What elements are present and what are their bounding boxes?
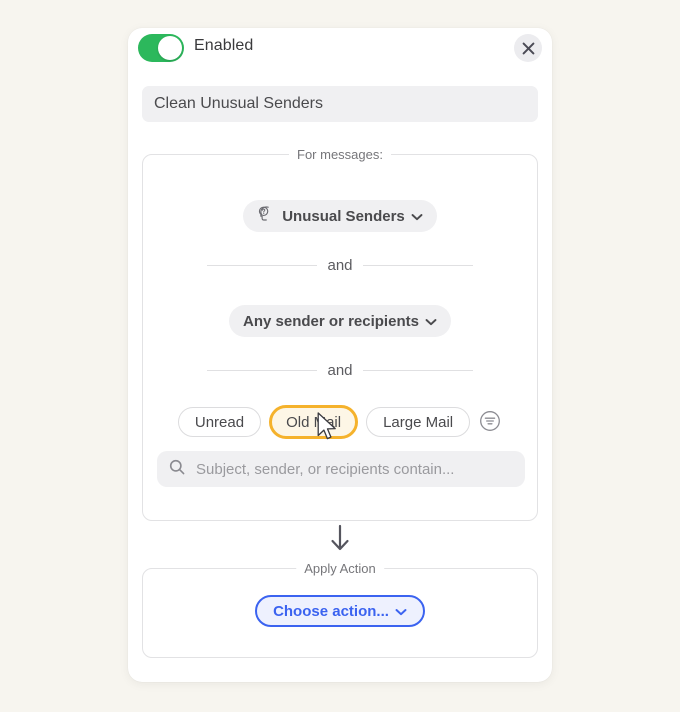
toggle-knob	[158, 36, 182, 60]
arrow-down-icon	[328, 523, 352, 558]
search-field[interactable]	[157, 451, 525, 487]
close-icon	[522, 42, 535, 55]
search-icon	[169, 459, 185, 480]
filter-options-icon	[479, 410, 501, 435]
enabled-label: Enabled	[194, 37, 254, 54]
action-group: Apply Action Choose action...	[142, 561, 538, 658]
chevron-down-icon	[395, 603, 407, 620]
conditions-legend: For messages:	[289, 147, 391, 162]
action-pill-row: Choose action...	[143, 595, 537, 627]
criterion-pill-row: Unusual Senders	[143, 200, 537, 232]
conditions-group: For messages: Unusual Senders and Any se…	[142, 147, 538, 521]
scope-pill-row: Any sender or recipients	[143, 305, 537, 337]
filter-chips-row: Unread Old Mail Large Mail	[143, 405, 537, 439]
close-button[interactable]	[514, 34, 542, 62]
and-label: and	[327, 256, 353, 274]
and-separator-1: and	[143, 256, 537, 274]
chip-large-mail[interactable]: Large Mail	[366, 407, 471, 437]
chip-old-mail[interactable]: Old Mail	[269, 405, 359, 439]
and-separator-2: and	[143, 361, 537, 379]
separator-line-left	[207, 264, 318, 266]
chip-unread[interactable]: Unread	[177, 407, 262, 437]
chevron-down-icon	[425, 313, 437, 330]
unusual-senders-label: Unusual Senders	[282, 207, 405, 225]
action-legend: Apply Action	[296, 561, 384, 576]
rule-editor-card: Enabled For messages:	[128, 28, 552, 682]
choose-action-label: Choose action...	[273, 602, 389, 620]
rule-title-input[interactable]	[142, 86, 538, 122]
unusual-senders-dropdown[interactable]: Unusual Senders	[243, 200, 437, 232]
search-input[interactable]	[194, 459, 513, 479]
flow-arrow	[128, 523, 552, 558]
sender-scope-label: Any sender or recipients	[243, 312, 419, 330]
chevron-down-icon	[411, 208, 423, 225]
choose-action-dropdown[interactable]: Choose action...	[255, 595, 425, 627]
card-header: Enabled	[128, 28, 552, 86]
sender-scope-dropdown[interactable]: Any sender or recipients	[229, 305, 451, 337]
thinking-head-icon	[257, 205, 276, 227]
and-label: and	[327, 361, 353, 379]
enabled-toggle[interactable]	[138, 34, 184, 62]
separator-line-right	[362, 264, 473, 266]
separator-line-right	[362, 369, 473, 371]
filter-options-button[interactable]	[478, 410, 502, 434]
separator-line-left	[207, 369, 318, 371]
